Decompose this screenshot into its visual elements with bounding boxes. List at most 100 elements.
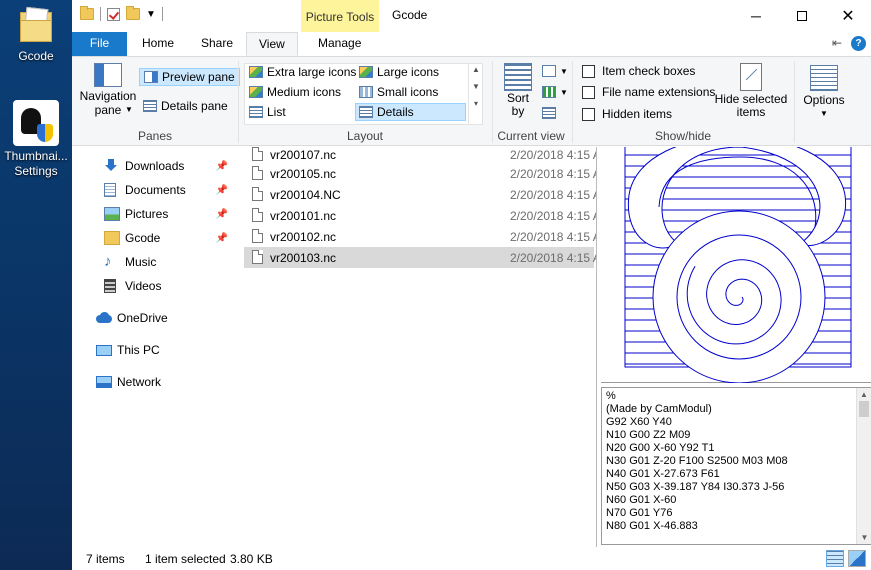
large-icons-view-icon[interactable] [848,550,866,567]
large-icons-icon [359,66,373,78]
hide-selected-icon [740,63,762,91]
new-folder-icon[interactable] [126,6,140,20]
file-row[interactable]: vr200104.NC 2/20/2018 4:15 A [244,184,596,205]
code-line: N60 G01 X-60 [606,494,677,506]
toolpath-drawing [624,136,852,384]
options-button[interactable]: Options ▼ [798,65,850,118]
pin-icon[interactable]: 📌 [216,185,228,196]
folder-icon [16,6,56,46]
explorer-window: ▼ Picture Tools Gcode ─ ✕ File Home Shar… [72,0,871,570]
size-columns-button[interactable] [542,107,556,119]
code-line: N40 G01 X-27.673 F61 [606,468,720,480]
file-row[interactable]: vr200105.nc 2/20/2018 4:15 A [244,163,596,184]
scroll-down-icon[interactable]: ▼ [469,82,483,91]
file-row[interactable]: vr200107.nc 2/20/2018 4:15 A [244,144,596,165]
file-row-selected[interactable]: vr200103.nc 2/20/2018 4:15 A [244,247,596,268]
file-row[interactable]: vr200102.nc 2/20/2018 4:15 A [244,226,596,247]
details-icon [359,106,373,118]
layout-extra-large-icons[interactable]: Extra large icons [249,65,356,79]
ribbon-tabs: File Home Share View Manage ⇤ ? [72,32,871,56]
layout-medium-icons[interactable]: Medium icons [249,85,341,99]
options-icon [810,65,838,91]
hide-selected-items-button[interactable]: Hide selected items [714,63,788,119]
pin-icon[interactable]: 📌 [216,209,228,220]
window-title: Gcode [392,8,428,22]
maximize-button[interactable] [779,0,825,32]
details-view-icon[interactable] [826,550,844,567]
hidden-items-toggle[interactable]: Hidden items [582,107,672,121]
folder-icon [104,231,120,245]
layout-small-icons[interactable]: Small icons [359,85,438,99]
preview-pane-button[interactable]: Preview pane [139,68,240,86]
tab-manage[interactable]: Manage [306,32,373,56]
help-icon[interactable]: ? [851,36,866,51]
picture-tools-label: Picture Tools [301,0,379,32]
layout-large-icons[interactable]: Large icons [359,65,439,79]
sidebar-item-this-pc[interactable]: This PC [72,338,235,362]
pictures-icon [104,207,120,221]
sidebar-item-onedrive[interactable]: OneDrive [72,306,235,330]
computer-icon [96,344,112,356]
layout-details[interactable]: Details [355,103,466,121]
item-check-boxes-toggle[interactable]: Item check boxes [582,64,695,78]
sidebar-item-network[interactable]: Network [72,370,235,394]
file-icon [252,229,263,243]
onedrive-icon [96,311,112,325]
details-pane-icon [143,100,157,112]
scroll-down-icon[interactable]: ▼ [857,533,871,542]
navigation-pane-button[interactable]: Navigation pane ▼ [78,63,138,117]
code-line: N50 G03 X-39.187 Y84 I30.373 J-56 [606,481,785,493]
item-check-boxes-checkbox[interactable] [582,64,595,78]
preview-scrollbar[interactable]: ▲ ▼ [856,388,871,544]
sidebar-item-gcode[interactable]: Gcode 📌 [72,226,235,250]
gcode-preview-text: % (Made by CamModul) G92 X60 Y40 N10 G00… [601,387,871,545]
ribbon: Navigation pane ▼ Preview pane Details p… [72,56,871,146]
sidebar-item-downloads[interactable]: Downloads 📌 [72,154,235,178]
file-name: vr200104.NC [270,187,341,202]
file-row[interactable]: vr200101.nc 2/20/2018 4:15 A [244,205,596,226]
desktop-icon-gcode[interactable]: Gcode [0,6,72,63]
sort-icon [504,63,532,91]
sidebar-item-documents[interactable]: Documents 📌 [72,178,235,202]
layout-gallery-scroll[interactable]: ▲ ▼ ▾ [468,63,483,125]
tab-share[interactable]: Share [189,32,245,56]
desktop-icon-thumbnail-settings[interactable]: Thumbnai... Settings [0,100,72,179]
sidebar-item-pictures[interactable]: Pictures 📌 [72,202,235,226]
properties-icon[interactable] [107,7,120,21]
tab-file[interactable]: File [72,32,127,56]
tab-view[interactable]: View [246,32,298,56]
selection-size: 3.80 KB [230,552,273,566]
add-columns-button[interactable]: ▼ [542,86,568,98]
pin-ribbon-icon[interactable]: ⇤ [832,36,842,50]
scroll-up-icon[interactable]: ▲ [857,390,871,399]
extra-large-icons-icon [249,66,263,78]
layout-list[interactable]: List [249,105,286,119]
pin-icon[interactable]: 📌 [216,233,228,244]
file-name: vr200107.nc [270,147,337,162]
layout-group-label: Layout [346,129,384,143]
details-pane-button[interactable]: Details pane [139,98,232,114]
tab-home[interactable]: Home [130,32,186,56]
close-button[interactable]: ✕ [825,0,871,32]
navigation-pane: Downloads 📌 Documents 📌 Pictures 📌 Gcode… [72,147,235,547]
customize-qat-icon[interactable]: ▼ [146,9,156,20]
gallery-more-icon[interactable]: ▾ [469,99,483,108]
pin-icon[interactable]: 📌 [216,161,228,172]
gcode-preview-image [601,136,871,384]
small-icons-icon [359,86,373,98]
code-line: N30 G01 Z-20 F100 S2500 M03 M08 [606,455,788,467]
hidden-items-checkbox[interactable] [582,107,595,121]
add-columns-icon [542,86,556,98]
file-name: vr200101.nc [270,208,337,223]
sidebar-item-music[interactable]: ♪ Music [72,250,235,274]
file-name-extensions-toggle[interactable]: File name extensions [582,85,715,99]
scrollbar-thumb[interactable] [859,401,869,417]
minimize-button[interactable]: ─ [733,0,779,32]
file-name-extensions-checkbox[interactable] [582,85,595,99]
file-name: vr200103.nc [270,250,337,265]
group-by-button[interactable]: ▼ [542,65,568,77]
scroll-up-icon[interactable]: ▲ [469,65,483,74]
sidebar-item-videos[interactable]: Videos [72,274,235,298]
sort-by-button[interactable]: Sort by [500,63,536,118]
medium-icons-icon [249,86,263,98]
